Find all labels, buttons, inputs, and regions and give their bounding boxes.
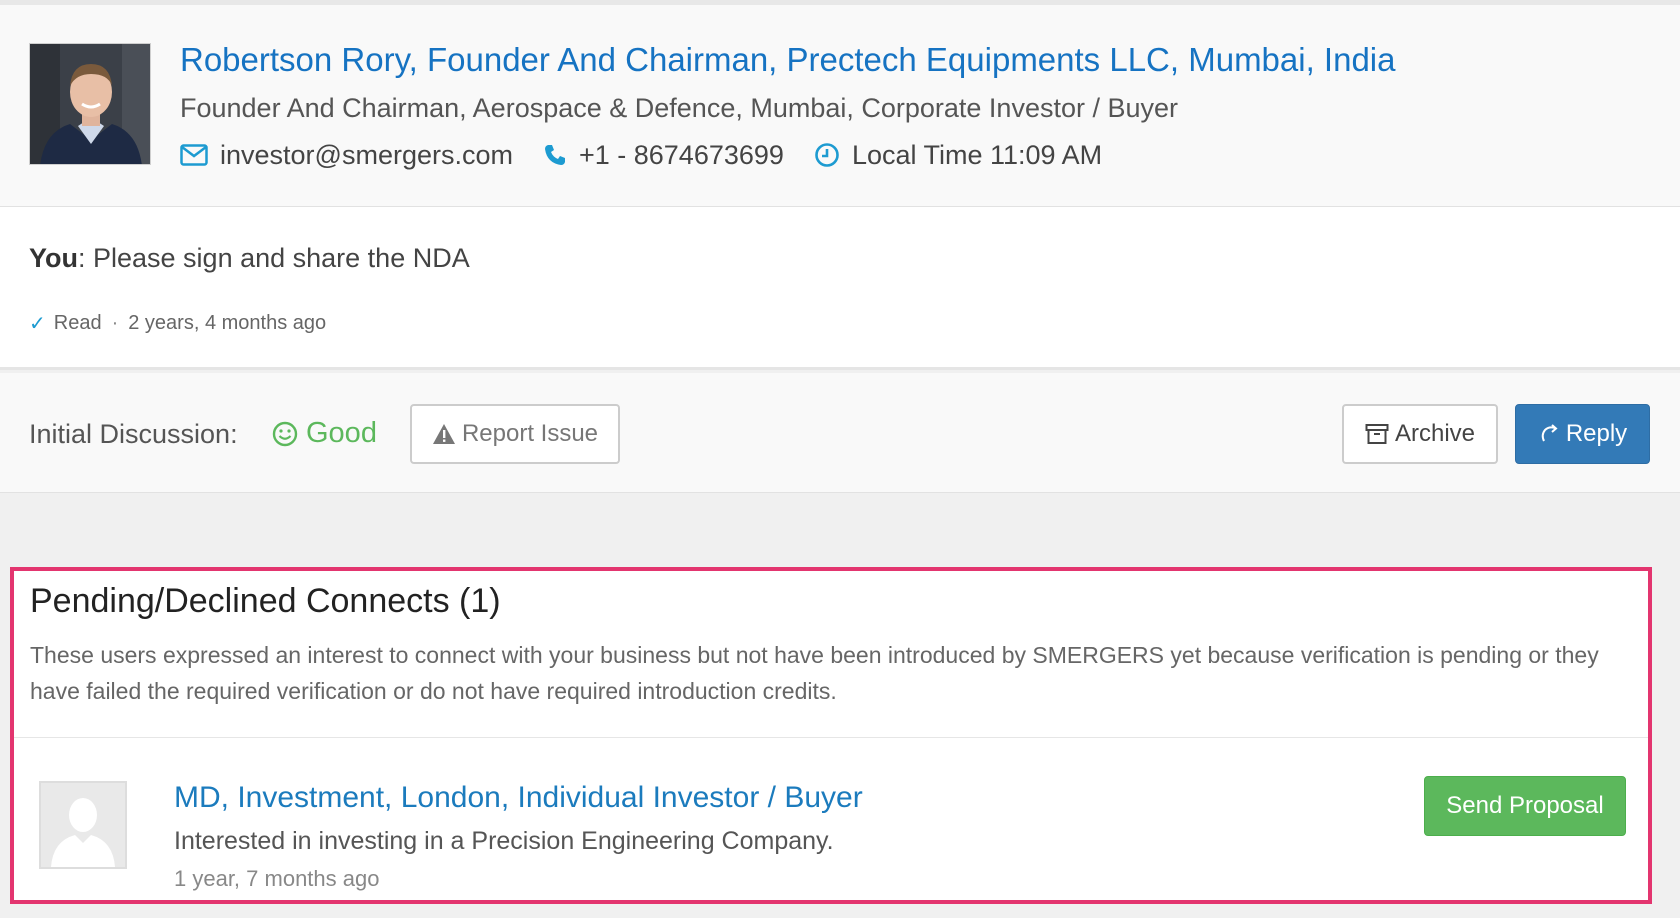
pending-item-time: 1 year, 7 months ago [174, 866, 380, 891]
contact-phone[interactable]: +1 - 8674673699 [579, 140, 784, 171]
investor-profile-header: Robertson Rory, Founder And Chairman, Pr… [0, 5, 1680, 207]
archive-label: Archive [1394, 420, 1476, 447]
report-issue-label: Report Issue [461, 420, 599, 447]
bottom-strip [0, 908, 1680, 918]
contact-email[interactable]: investor@smergers.com [220, 140, 513, 171]
discussion-status[interactable]: Good [272, 417, 377, 450]
message-time: 2 years, 4 months ago [128, 312, 327, 334]
pending-title: Pending/Declined Connects (1) [30, 582, 501, 620]
message-body: : Please sign and share the NDA [78, 243, 470, 273]
pending-description: These users expressed an interest to con… [30, 642, 1599, 704]
message-meta: ✓ Read · 2 years, 4 months ago [29, 311, 326, 336]
archive-icon [1365, 424, 1389, 444]
pending-connects-section: Pending/Declined Connects (1) These user… [10, 567, 1652, 904]
smile-icon [272, 421, 298, 446]
archive-button[interactable]: Archive [1342, 404, 1498, 464]
check-icon: ✓ [29, 313, 46, 335]
envelope-icon [180, 144, 208, 166]
meta-separator: · [111, 312, 119, 334]
section-divider [14, 737, 1648, 738]
conversation-actions-bar: Initial Discussion: Good Report Issue Ar… [0, 373, 1680, 493]
reply-icon [1541, 424, 1558, 442]
investor-avatar[interactable] [29, 43, 151, 165]
discussion-label: Initial Discussion: [29, 419, 238, 449]
message-panel: You: Please sign and share the NDA ✓ Rea… [0, 207, 1680, 370]
discussion-value: Good [306, 417, 377, 449]
read-status: Read [53, 312, 102, 334]
local-time: Local Time 11:09 AM [851, 139, 1103, 170]
reply-label: Reply [1565, 420, 1628, 447]
user-placeholder-icon [39, 781, 127, 869]
contact-row: investor@smergers.com +1 - 8674673699 Lo… [180, 135, 1102, 175]
pending-item-name-link[interactable]: MD, Investment, London, Individual Inves… [174, 781, 863, 815]
message-sender: You [29, 243, 78, 273]
send-proposal-button[interactable]: Send Proposal [1424, 776, 1626, 836]
reply-button[interactable]: Reply [1515, 404, 1650, 464]
warning-icon [432, 424, 455, 444]
investor-title-link[interactable]: Robertson Rory, Founder And Chairman, Pr… [180, 41, 1396, 79]
pending-item-interest: Interested in investing in a Precision E… [174, 827, 834, 855]
report-issue-button[interactable]: Report Issue [410, 404, 620, 464]
message-text: You: Please sign and share the NDA [29, 243, 470, 274]
clock-icon [814, 142, 840, 168]
phone-icon [543, 143, 567, 167]
investor-subtitle: Founder And Chairman, Aerospace & Defenc… [180, 93, 1179, 123]
